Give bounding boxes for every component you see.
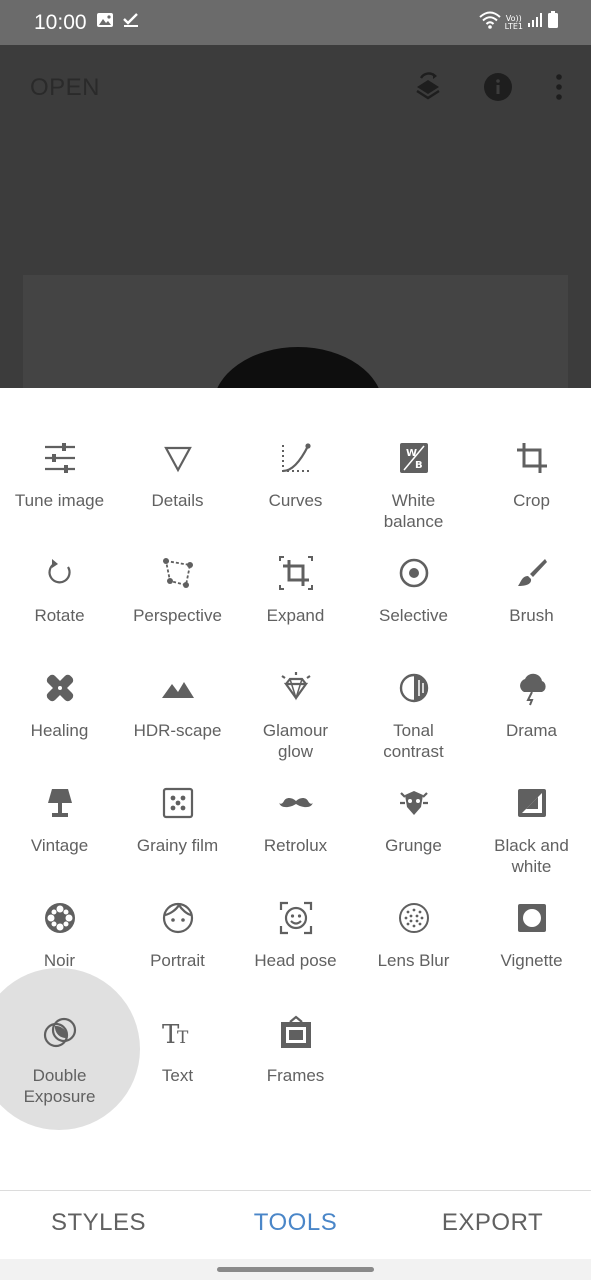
expand-icon bbox=[278, 555, 314, 591]
tool-perspective[interactable]: Perspective bbox=[119, 503, 237, 625]
mustache-icon bbox=[278, 785, 314, 821]
mountains-icon bbox=[160, 670, 196, 706]
tool-rotate[interactable]: Rotate bbox=[1, 503, 119, 625]
curves-icon bbox=[278, 440, 314, 476]
tool-tonal-contrast[interactable]: Tonal contrast bbox=[355, 618, 473, 761]
tool-label: Double Exposure bbox=[23, 1066, 96, 1106]
tool-label: Vignette bbox=[500, 951, 563, 970]
tab-export[interactable]: EXPORT bbox=[394, 1209, 591, 1237]
tool-text[interactable]: T T Text bbox=[119, 963, 237, 1085]
tool-noir[interactable]: Noir bbox=[1, 848, 119, 970]
battery-icon bbox=[547, 11, 559, 34]
image-notification-icon bbox=[96, 12, 114, 33]
storm-cloud-icon bbox=[514, 670, 550, 706]
status-time: 10:00 bbox=[34, 11, 87, 34]
signal-icon bbox=[527, 12, 543, 33]
tool-double-exposure[interactable]: Double Exposure bbox=[1, 963, 119, 1106]
film-grain-icon bbox=[160, 785, 196, 821]
white-balance-icon: WB bbox=[396, 440, 432, 476]
lens-blur-icon bbox=[396, 900, 432, 936]
layers-sync-icon[interactable] bbox=[410, 69, 446, 105]
double-exposure-icon bbox=[42, 1015, 78, 1051]
grunge-icon bbox=[396, 785, 432, 821]
healing-icon bbox=[42, 670, 78, 706]
tool-label: Text bbox=[161, 1066, 194, 1085]
photo-preview bbox=[23, 275, 568, 388]
system-nav-bar bbox=[0, 1259, 591, 1280]
svg-text:T: T bbox=[177, 1028, 189, 1048]
perspective-icon bbox=[160, 555, 196, 591]
tool-label: Lens Blur bbox=[377, 951, 450, 970]
tool-expand[interactable]: Expand bbox=[237, 503, 355, 625]
text-icon: TT bbox=[160, 1015, 196, 1051]
tune-icon bbox=[42, 440, 78, 476]
network-type-label: Vo)) LTE1 bbox=[504, 13, 523, 31]
tool-hdr-scape[interactable]: HDR-scape bbox=[119, 618, 237, 740]
tool-lens-blur[interactable]: Lens Blur bbox=[355, 848, 473, 970]
info-icon[interactable] bbox=[480, 69, 516, 105]
face-icon bbox=[160, 900, 196, 936]
editor-background: OPEN bbox=[0, 45, 591, 388]
svg-text:B: B bbox=[415, 460, 423, 471]
bottom-tab-bar: STYLES TOOLS EXPORT bbox=[0, 1191, 591, 1259]
tool-brush[interactable]: Brush bbox=[473, 503, 591, 625]
tool-glamour-glow[interactable]: Glamour glow bbox=[237, 618, 355, 761]
lamp-icon bbox=[42, 785, 78, 821]
tab-styles[interactable]: STYLES bbox=[0, 1209, 197, 1237]
head-pose-icon bbox=[278, 900, 314, 936]
tool-grunge[interactable]: Grunge bbox=[355, 733, 473, 855]
tool-healing[interactable]: Healing bbox=[1, 618, 119, 740]
film-reel-icon bbox=[42, 900, 78, 936]
open-button[interactable]: OPEN bbox=[30, 74, 100, 102]
tonal-contrast-icon bbox=[396, 670, 432, 706]
tool-black-and-white[interactable]: Black and white bbox=[473, 733, 591, 876]
brush-icon bbox=[514, 555, 550, 591]
selective-icon bbox=[396, 555, 432, 591]
wifi-icon bbox=[478, 11, 501, 34]
tool-tune-image[interactable]: Tune image bbox=[1, 388, 119, 510]
crop-icon bbox=[514, 440, 550, 476]
diamond-icon bbox=[278, 670, 314, 706]
tool-details[interactable]: Details bbox=[119, 388, 237, 510]
task-check-icon bbox=[122, 12, 140, 33]
tool-head-pose[interactable]: Head pose bbox=[237, 848, 355, 970]
more-vert-icon[interactable] bbox=[541, 69, 577, 105]
tool-crop[interactable]: Crop bbox=[473, 388, 591, 510]
frames-icon bbox=[278, 1015, 314, 1051]
tools-sheet: Tune image Details Curves W B White balance Cr… bbox=[0, 388, 591, 1191]
photo-subject bbox=[213, 347, 383, 388]
rotate-icon bbox=[42, 555, 78, 591]
black-white-icon bbox=[514, 785, 550, 821]
tool-drama[interactable]: Drama bbox=[473, 618, 591, 740]
status-bar: 10:00 Vo)) LTE1 bbox=[0, 0, 591, 45]
home-gesture-handle[interactable] bbox=[217, 1267, 374, 1272]
tool-grainy-film[interactable]: Grainy film bbox=[119, 733, 237, 855]
tab-tools[interactable]: TOOLS bbox=[197, 1209, 394, 1237]
vignette-icon bbox=[514, 900, 550, 936]
tool-vignette[interactable]: Vignette bbox=[473, 848, 591, 970]
tool-vintage[interactable]: Vintage bbox=[1, 733, 119, 855]
tool-portrait[interactable]: Portrait bbox=[119, 848, 237, 970]
tool-curves[interactable]: Curves bbox=[237, 388, 355, 510]
tool-frames[interactable]: Frames bbox=[237, 963, 355, 1085]
tool-label: Frames bbox=[266, 1066, 325, 1085]
tool-retrolux[interactable]: Retrolux bbox=[237, 733, 355, 855]
tool-white-balance[interactable]: W B White balance bbox=[355, 388, 473, 531]
details-triangle-icon bbox=[160, 440, 196, 476]
tool-selective[interactable]: Selective bbox=[355, 503, 473, 625]
